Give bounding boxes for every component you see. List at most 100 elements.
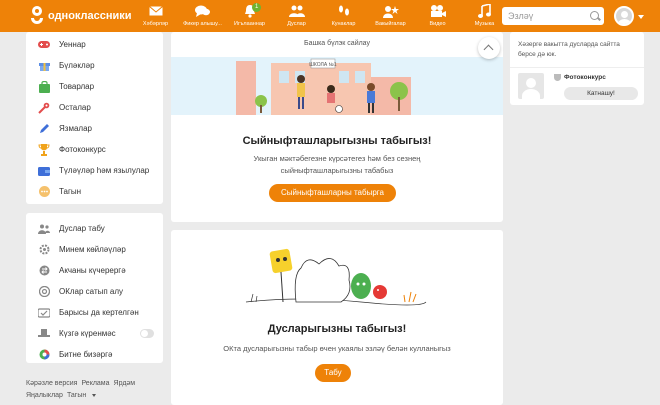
- nav-label: Дуслар: [287, 21, 306, 27]
- pen-icon: [38, 123, 50, 135]
- sidebar-item-label: Түләүләр һәм язылулар: [59, 166, 150, 175]
- sidebar-item-label: Язмалар: [59, 124, 92, 133]
- sidebar-item-find-friends[interactable]: Дуслар табу: [26, 218, 163, 239]
- ok-logo-icon: [30, 6, 44, 26]
- sidebar-item-products[interactable]: Товарлар: [26, 76, 163, 97]
- sidebar-item-label: Бүләкләр: [59, 61, 95, 70]
- card-title: Дусларыгызны табыгыз!: [267, 323, 407, 335]
- video-camera-icon: [430, 4, 446, 18]
- nav-discussions[interactable]: Фикер алышу...: [179, 0, 226, 32]
- sidebar-item-label: Тагын: [59, 187, 82, 196]
- nav-label: Хәбәрләр: [142, 21, 169, 27]
- contest-name[interactable]: Фотоконкурс: [554, 74, 606, 81]
- sidebar-item-label: Барысы да кертелгән: [59, 308, 139, 317]
- contest-avatar[interactable]: [518, 73, 544, 99]
- nav-label: Игълааннар: [234, 21, 265, 27]
- trophy-icon: [554, 74, 561, 81]
- sidebar-item-masters[interactable]: Осталар: [26, 97, 163, 118]
- logo[interactable]: одноклассники: [30, 6, 132, 26]
- sidebar-item-invisible[interactable]: Күзгә күренмәс: [26, 323, 163, 344]
- nav-events[interactable]: Вакыйгалар: [367, 0, 414, 32]
- avatar[interactable]: [614, 6, 634, 26]
- nav-label: Музыка: [474, 21, 495, 27]
- invisible-hat-icon: [38, 328, 50, 340]
- card-title: Сыйныфташларыгызны табыгыз!: [242, 135, 432, 147]
- find-classmates-card: Башка бүлэк сайлау ШКОЛА №1 Сыйныфташлар…: [171, 32, 503, 222]
- card-text: ОКта дусларыгызны табыр өчен укаялы эзлә…: [223, 344, 451, 353]
- sidebar-item-label: Уеннар: [59, 40, 86, 49]
- top-bar: одноклассники Хәбәрләр Фикер алышу... 1 …: [0, 0, 660, 32]
- music-note-icon: [477, 4, 493, 18]
- online-hint: Хәзерге вакытта дусларда сайтта берсе дә…: [518, 41, 620, 58]
- sidebar-item-games[interactable]: Уеннар: [26, 34, 163, 55]
- events-icon: [382, 4, 399, 18]
- sidebar-item-notes[interactable]: Язмалар: [26, 118, 163, 139]
- sidebar-item-buy-ok[interactable]: ОКлар сатып алу: [26, 281, 163, 302]
- shopping-bag-icon: [38, 80, 50, 93]
- more-icon: [38, 186, 50, 198]
- ok-coin-icon: [38, 286, 50, 298]
- search-box[interactable]: [502, 7, 604, 25]
- tools-icon: [38, 102, 50, 114]
- find-classmates-button[interactable]: Сыйныфташларны табырга: [269, 184, 396, 202]
- find-friends-button[interactable]: Табу: [315, 364, 351, 382]
- friends-icon: [288, 4, 305, 18]
- footer-link-mobile[interactable]: Кәрәзле версия: [26, 380, 77, 387]
- sidebar-item-more[interactable]: Тагын: [26, 181, 163, 202]
- footer-link-help[interactable]: Ярдәм: [114, 380, 136, 387]
- search-input[interactable]: [508, 11, 588, 21]
- sidebar-item-label: Фотоконкурс: [59, 145, 106, 154]
- wallet-icon: [38, 165, 50, 177]
- school-illustration: ШКОЛА №1: [171, 57, 503, 115]
- footer-link-more[interactable]: Тагын: [67, 392, 100, 399]
- chat-icon: [195, 4, 211, 18]
- find-friends-card: Дусларыгызны табыгыз! ОКта дусларыгызны …: [171, 230, 503, 405]
- sidebar-item-label: Дуслар табу: [59, 224, 105, 233]
- scroll-up-button[interactable]: [478, 37, 500, 59]
- school-sign: ШКОЛА №1: [309, 62, 337, 68]
- nav-music[interactable]: Музыка: [461, 0, 508, 32]
- nav-messages[interactable]: Хәбәрләр: [132, 0, 179, 32]
- sidebar-item-label: Акчаны күчерергә: [59, 266, 126, 275]
- sidebar-item-photocontest[interactable]: Фотоконкурс: [26, 139, 163, 160]
- sidebar-item-label: ОКлар сатып алу: [59, 287, 124, 296]
- people-icon: [38, 223, 50, 235]
- sidebar-item-transfer[interactable]: Акчаны күчерергә: [26, 260, 163, 281]
- invisible-toggle[interactable]: [140, 329, 154, 338]
- envelope-icon: [148, 4, 164, 18]
- main-nav: Хәбәрләр Фикер алышу... 1 Игълааннар Дус…: [132, 0, 538, 32]
- nav-video[interactable]: Видео: [414, 0, 461, 32]
- online-friends-card: Хәзерге вакытта дусларда сайтта берсе дә…: [510, 32, 644, 105]
- chevron-down-icon[interactable]: [638, 15, 644, 19]
- card-text: Укыган мәктәбегезне күрсәтегез һәм без с…: [253, 154, 421, 175]
- gear-icon: [38, 244, 50, 256]
- contest-name-label: Фотоконкурс: [564, 74, 606, 81]
- nav-notifications[interactable]: 1 Игълааннар: [226, 0, 273, 32]
- palette-icon: [38, 349, 50, 361]
- nav-guests[interactable]: Кунаклар: [320, 0, 367, 32]
- sidebar-item-payments[interactable]: Түләүләр һәм язылулар: [26, 160, 163, 181]
- money-transfer-icon: [38, 265, 50, 277]
- sidebar-item-gifts[interactable]: Бүләкләр: [26, 55, 163, 76]
- chevron-down-icon: [92, 393, 97, 397]
- footer-link-more-label: Тагын: [66, 392, 87, 399]
- footer-link-ads[interactable]: Реклама: [81, 380, 109, 387]
- nav-label: Видео: [429, 21, 446, 27]
- trophy-icon: [38, 143, 50, 156]
- sidebar-item-all-inclusive[interactable]: Барысы да кертелгән: [26, 302, 163, 323]
- join-button[interactable]: Катнашу!: [564, 87, 638, 100]
- nav-label: Фикер алышу...: [183, 21, 222, 27]
- footer-links: Кәрәзле версия Реклама Ярдәм Яңалыклар Тагы…: [26, 378, 166, 402]
- search-icon[interactable]: [590, 11, 599, 20]
- notification-badge: 1: [252, 3, 262, 12]
- nav-friends[interactable]: Дуслар: [273, 0, 320, 32]
- footer-link-news[interactable]: Яңалыклар: [26, 392, 63, 399]
- sidebar-item-decorate[interactable]: Битне бизәргә: [26, 344, 163, 365]
- sidebar-item-settings[interactable]: Минем көйләүләр: [26, 239, 163, 260]
- all-inclusive-icon: [38, 307, 50, 319]
- sidebar-item-label: Күзгә күренмәс: [59, 329, 116, 338]
- sidebar-settings: Дуслар табу Минем көйләүләр Акчаны күчер…: [26, 213, 163, 363]
- sidebar-item-label: Битне бизәргә: [59, 350, 113, 359]
- divider: [510, 67, 644, 68]
- skip-link[interactable]: Башка бүлэк сайлау: [171, 40, 503, 47]
